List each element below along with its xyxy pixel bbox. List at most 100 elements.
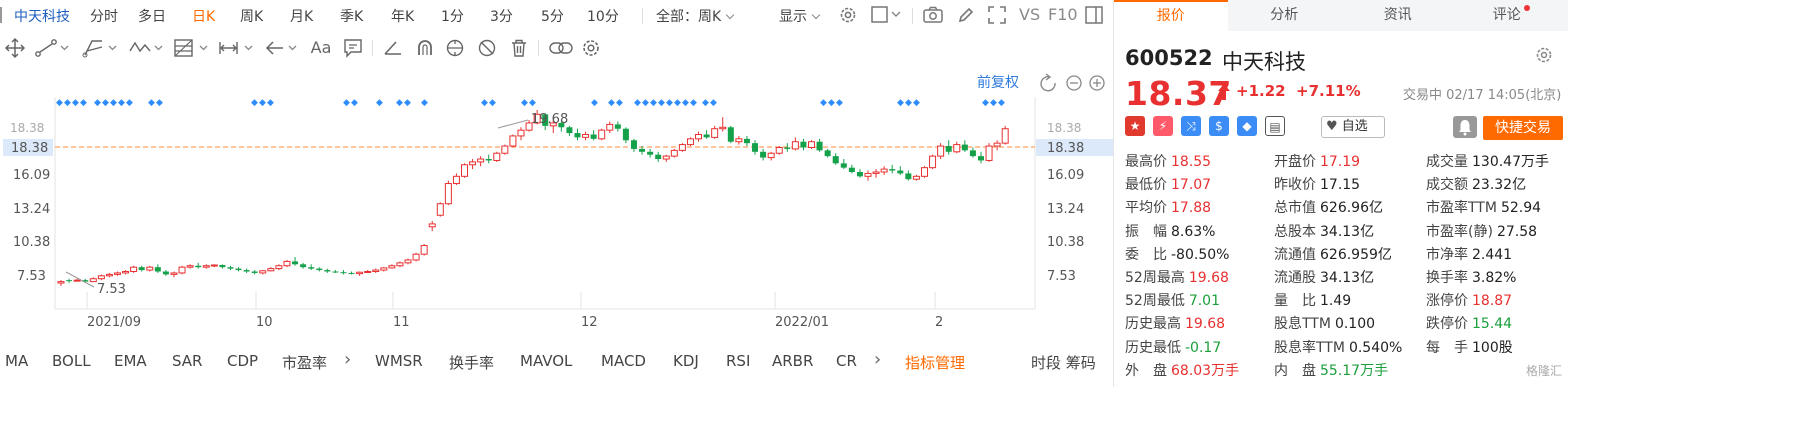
stat-value: 130.47万手 (1472, 154, 1549, 170)
tab-quarterly-k[interactable]: 季K (340, 6, 363, 26)
candle-body (775, 146, 783, 154)
reset-icon[interactable] (1040, 73, 1056, 92)
connect-icon[interactable]: ⤨ (1181, 116, 1201, 136)
dollar-icon[interactable]: $ (1209, 116, 1229, 136)
candle-body (727, 127, 734, 142)
tag-icon[interactable]: ◆ (1237, 116, 1257, 136)
indicator-pe[interactable]: 市盈率 (282, 352, 327, 373)
tab-3min[interactable]: 3分 (490, 6, 513, 26)
kline-chart[interactable]: 前复权 ◆ ◆ ◆ ◆ ◆ ◆ ◆ ◆ ◆ ◆ ◆ ◆ ◆ ◆ ◆ ◆ ◆ ◆ ◆ ◆ ◆ ◆ ◆ ◆ ◆ ◆ ◆ ◆ ◆ ◆ ◆ ◆ ◆ ◆ ◆ ◆… (0, 64, 1113, 341)
candle-body (639, 148, 646, 152)
chart-style-icon[interactable] (871, 5, 905, 25)
settings-icon[interactable] (838, 5, 858, 25)
indicator-ma[interactable]: MA (5, 352, 28, 370)
crosshair-icon[interactable] (4, 36, 26, 60)
indicator-cr[interactable]: CR (836, 352, 857, 370)
sidebar-toggle-icon[interactable] (1084, 5, 1104, 25)
hide-icon[interactable] (476, 36, 498, 60)
candle-body (864, 172, 872, 177)
candle-body (872, 171, 880, 174)
adjust-select[interactable]: 全部：周K (656, 6, 735, 26)
trash-icon[interactable] (508, 36, 530, 60)
indicator-boll[interactable]: BOLL (52, 352, 91, 370)
candle-body (897, 170, 904, 174)
zoom-in-icon[interactable] (1089, 75, 1105, 91)
f10-button[interactable]: F10 (1048, 5, 1078, 24)
settings-icon[interactable] (580, 36, 602, 60)
arrow-icon[interactable] (264, 36, 304, 60)
candle-body (292, 261, 299, 265)
camera-icon[interactable] (922, 5, 944, 25)
channel-icon[interactable] (82, 36, 122, 60)
candle-body (300, 264, 307, 268)
collapse-handle-icon[interactable] (0, 7, 4, 23)
china-flag-icon[interactable]: ★ (1125, 116, 1145, 136)
indicator-kdj[interactable]: KDJ (673, 352, 699, 370)
tab-comments[interactable]: 评论 (1455, 0, 1569, 31)
fast-trade-button[interactable]: 快捷交易 (1483, 116, 1563, 140)
tab-news[interactable]: 资讯 (1341, 0, 1455, 31)
signal-marker: ◆ (267, 98, 274, 108)
signal-marker: ◆ (634, 98, 641, 108)
indicator-wmsr[interactable]: WMSR (375, 352, 423, 370)
tab-10min[interactable]: 10分 (587, 6, 619, 26)
pencil-icon[interactable] (956, 5, 976, 25)
signal-marker: ◆ (126, 98, 133, 108)
draw-icon[interactable] (382, 36, 404, 60)
fullscreen-icon[interactable] (987, 5, 1007, 25)
bookmark-icon[interactable]: ▤ (1265, 116, 1285, 136)
line-icon[interactable] (34, 36, 74, 60)
tab-5min[interactable]: 5分 (541, 6, 564, 26)
zoom-out-icon[interactable] (1066, 75, 1082, 91)
price-change: +1.22 (1236, 82, 1286, 100)
add-watchlist-button[interactable]: ♥ 自选 (1321, 116, 1385, 138)
indicator-turnover[interactable]: 换手率 (449, 352, 494, 373)
bell-icon[interactable] (1453, 116, 1477, 138)
tab-monthly-k[interactable]: 月K (290, 6, 313, 26)
chevron-right-icon[interactable]: › (344, 349, 351, 370)
compare-vs-button[interactable]: VS (1019, 5, 1040, 24)
margin-icon[interactable]: ⚡ (1153, 116, 1173, 136)
adjust-mode-label[interactable]: 前复权 (977, 74, 1019, 91)
indicator-manage-button[interactable]: 指标管理 (905, 352, 965, 373)
indicator-cdp[interactable]: CDP (227, 352, 258, 370)
tab-fenshi[interactable]: 分时 (90, 6, 118, 26)
magnet-icon[interactable] (414, 36, 436, 60)
period-tab-bar: 中天科技 分时 多日 日K 周K 月K 季K 年K 1分 3分 5分 10分 全… (0, 0, 1113, 31)
indicator-mavol[interactable]: MAVOL (520, 352, 572, 370)
text-icon[interactable]: Aa (310, 36, 332, 58)
tab-daily-k[interactable]: 日K (192, 6, 215, 26)
candle-body (752, 143, 759, 152)
tab-1min[interactable]: 1分 (441, 6, 464, 26)
display-select[interactable]: 显示 (779, 6, 821, 26)
tab-multiday[interactable]: 多日 (138, 6, 166, 26)
indicator-arbr[interactable]: ARBR (772, 352, 813, 370)
candle-body (130, 266, 138, 273)
candle-body (791, 141, 799, 150)
indicator-macd[interactable]: MACD (601, 352, 646, 370)
indicator-rsi[interactable]: RSI (726, 352, 750, 370)
indicator-bar: MA BOLL EMA SAR CDP 市盈率 › WMSR 换手率 MAVOL… (0, 341, 1113, 381)
stat-label: 市盈率TTM (1426, 200, 1497, 217)
fib-icon[interactable] (173, 36, 213, 60)
stat-value: 0.540% (1348, 339, 1403, 356)
signal-marker: ◆ (102, 98, 109, 108)
stat-label: 成交量 (1426, 154, 1468, 170)
gear-icon[interactable] (1534, 45, 1554, 69)
comment-icon[interactable] (342, 36, 364, 60)
timeframe-chip-toggle[interactable]: 时段 筹码 (1031, 352, 1096, 373)
eye-icon[interactable] (444, 36, 466, 60)
chevron-right-icon[interactable]: › (874, 349, 881, 370)
tab-quote[interactable]: 报价 (1114, 0, 1228, 31)
stat-label: 总股本 (1274, 223, 1316, 240)
tab-analysis[interactable]: 分析 (1228, 0, 1342, 31)
wave-icon[interactable] (128, 36, 168, 60)
range-icon[interactable] (218, 36, 258, 60)
stock-name-tab[interactable]: 中天科技 (14, 6, 70, 26)
tab-yearly-k[interactable]: 年K (391, 6, 414, 26)
indicator-sar[interactable]: SAR (172, 352, 202, 370)
stat-label: 股息率TTM (1274, 339, 1345, 356)
tab-weekly-k[interactable]: 周K (240, 6, 263, 26)
indicator-ema[interactable]: EMA (114, 352, 147, 370)
link-icon[interactable] (548, 36, 574, 60)
